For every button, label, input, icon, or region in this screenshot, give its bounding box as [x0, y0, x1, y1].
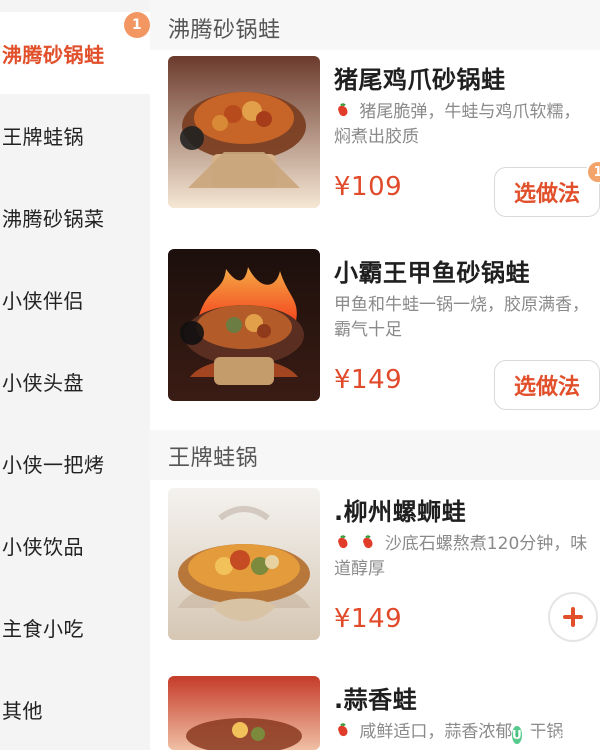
category-badge: 1	[124, 12, 150, 38]
dish-description: 沙底石螺熬煮120分钟，味道醇厚	[334, 532, 589, 581]
dish-image	[168, 56, 320, 208]
dish-description: 甲鱼和牛蛙一锅一烧，胶原满香，霸气十足	[334, 293, 589, 342]
dish-name: .柳州螺蛳蛙	[334, 498, 467, 526]
dish-name: 猪尾鸡爪砂锅蛙	[334, 66, 506, 94]
category-label: 沸腾砂锅蛙	[2, 42, 105, 67]
section-title: 沸腾砂锅蛙	[168, 18, 281, 43]
dish-image	[168, 676, 320, 750]
dish-price: ¥149	[334, 604, 403, 634]
category-sidebar: 沸腾砂锅蛙 1 王牌蛙锅 沸腾砂锅菜 小侠伴侣 小侠头盘 小侠一把烤 小侠饮品 …	[0, 0, 150, 750]
category-item-drinks[interactable]: 小侠饮品	[0, 504, 150, 586]
category-item-partners[interactable]: 小侠伴侣	[0, 258, 150, 340]
dish-image	[168, 488, 320, 640]
category-label: 小侠饮品	[2, 534, 84, 559]
menu-content: 沸腾砂锅蛙 猪尾鸡爪砂锅蛙 猪尾脆弹，牛蛙与鸡爪软糯，焖煮出胶质 ¥109 选做…	[150, 0, 600, 750]
category-label: 王牌蛙锅	[2, 124, 84, 149]
choose-option-button[interactable]: 选做法	[494, 360, 600, 410]
category-label: 沸腾砂锅菜	[2, 206, 105, 231]
category-label: 小侠伴侣	[2, 288, 84, 313]
chili-pepper-icon	[338, 535, 348, 549]
watermark-badge: U	[512, 726, 522, 744]
dish-name: 小霸王甲鱼砂锅蛙	[334, 259, 530, 287]
watermark: U Discuss.Daily	[512, 724, 600, 746]
dish-name: .蒜香蛙	[334, 686, 418, 714]
dish-price: ¥109	[334, 172, 403, 202]
menu-item[interactable]: .柳州螺蛳蛙 沙底石螺熬煮120分钟，味道醇厚 ¥149	[150, 488, 600, 670]
section-title: 王牌蛙锅	[168, 446, 259, 471]
menu-screen: 沸腾砂锅蛙 1 王牌蛙锅 沸腾砂锅菜 小侠伴侣 小侠头盘 小侠一把烤 小侠饮品 …	[0, 0, 600, 750]
dish-description-text: 甲鱼和牛蛙一锅一烧，胶原满香，霸气十足	[334, 295, 589, 340]
watermark-text: Discuss.Daily	[525, 728, 600, 742]
chili-pepper-icon	[363, 535, 373, 549]
chili-pepper-icon	[338, 723, 348, 737]
category-item-signature-pot[interactable]: 王牌蛙锅	[0, 94, 150, 176]
category-item-staples[interactable]: 主食小吃	[0, 586, 150, 668]
menu-item[interactable]: 猪尾鸡爪砂锅蛙 猪尾脆弹，牛蛙与鸡爪软糯，焖煮出胶质 ¥109 选做法 1	[150, 56, 600, 238]
plus-icon	[563, 607, 583, 627]
dish-price: ¥149	[334, 365, 403, 395]
category-item-other[interactable]: 其他	[0, 668, 150, 750]
dish-description-text: 猪尾脆弹，牛蛙与鸡爪软糯，焖煮出胶质	[334, 102, 581, 147]
category-item-boiling-frog[interactable]: 沸腾砂锅蛙 1	[0, 12, 150, 94]
choose-option-button[interactable]: 选做法	[494, 167, 600, 217]
chili-pepper-icon	[338, 103, 348, 117]
category-label: 主食小吃	[2, 616, 84, 641]
category-item-appetizers[interactable]: 小侠头盘	[0, 340, 150, 422]
category-item-grill[interactable]: 小侠一把烤	[0, 422, 150, 504]
dish-image	[168, 249, 320, 401]
category-item-boiling-vegetables[interactable]: 沸腾砂锅菜	[0, 176, 150, 258]
add-to-cart-button[interactable]	[548, 592, 598, 642]
category-label: 小侠一把烤	[2, 452, 105, 477]
category-label: 小侠头盘	[2, 370, 84, 395]
dish-description: 猪尾脆弹，牛蛙与鸡爪软糯，焖煮出胶质	[334, 100, 589, 149]
menu-item[interactable]: 小霸王甲鱼砂锅蛙 甲鱼和牛蛙一锅一烧，胶原满香，霸气十足 ¥149 选做法	[150, 249, 600, 431]
category-label: 其他	[2, 698, 43, 723]
